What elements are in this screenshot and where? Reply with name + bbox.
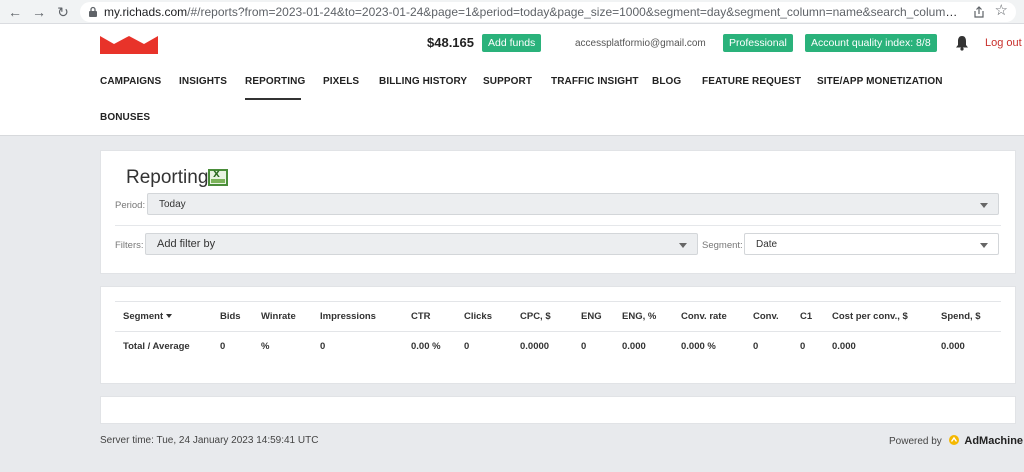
cell-cost-per-conv: 0.000 [832, 341, 856, 352]
cell-spend: 0.000 [941, 341, 965, 352]
address-bar[interactable]: my.richads.com/#/reports?from=2023-01-24… [80, 2, 1016, 22]
admachine-brand[interactable]: AdMachine [964, 435, 1023, 447]
powered-by: Powered by AdMachine [889, 435, 1023, 447]
col-header-c1[interactable]: C1 [800, 311, 812, 322]
cell-ctr: 0.00 % [411, 341, 441, 352]
site-header: $48.165 Add funds accessplatformio@gmail… [0, 24, 1024, 136]
menu-insights[interactable]: INSIGHTS [179, 76, 227, 87]
col-header-eng[interactable]: ENG [581, 311, 602, 322]
logout-link[interactable]: Log out [985, 37, 1022, 49]
col-header-ctr[interactable]: CTR [411, 311, 431, 322]
cell-eng: 0 [581, 341, 587, 352]
menu-support[interactable]: SUPPORT [483, 76, 532, 87]
reload-icon[interactable]: ↻ [54, 3, 72, 21]
col-header-impressions[interactable]: Impressions [320, 311, 376, 322]
segment-select[interactable]: Date [744, 233, 999, 255]
cell-bids: 0 [220, 341, 226, 352]
cell-clicks: 0 [464, 341, 470, 352]
cell-c1: 0 [800, 341, 806, 352]
menu-site-app-monetization[interactable]: SITE/APP MONETIZATION [817, 76, 943, 87]
cell-winrate: % [261, 341, 270, 352]
reporting-filters-card: Reporting X Period: Today Filters: Add f… [100, 150, 1016, 274]
menu-billing-history[interactable]: BILLING HISTORY [379, 76, 467, 87]
report-table-card: Segment Bids Winrate Impressions CTR Cli… [100, 286, 1016, 384]
browser-toolbar: ← → ↻ my.richads.com/#/reports?from=2023… [0, 0, 1024, 24]
plan-badge[interactable]: Professional [723, 34, 793, 52]
period-value: Today [159, 199, 186, 210]
admachine-logo-icon [948, 435, 959, 445]
filter-placeholder: Add filter by [157, 238, 216, 250]
segment-label: Segment: [702, 240, 743, 251]
menu-traffic-insight[interactable]: TRAFFIC INSIGHT [551, 76, 639, 87]
back-icon[interactable]: ← [6, 3, 24, 21]
cell-conv: 0 [753, 341, 759, 352]
table-top-border [115, 301, 1001, 302]
cell-cpc: 0.0000 [520, 341, 550, 352]
cell-conv-rate: 0.000 % [681, 341, 716, 352]
menu-blog[interactable]: BLOG [652, 76, 681, 87]
chevron-down-icon [980, 203, 988, 208]
col-header-bids[interactable]: Bids [220, 311, 241, 322]
menu-feature-request[interactable]: FEATURE REQUEST [702, 76, 801, 87]
lock-icon [89, 6, 97, 17]
period-label: Period: [115, 200, 146, 211]
chevron-down-icon [679, 243, 687, 248]
excel-export-icon[interactable]: X [207, 165, 229, 187]
add-funds-button[interactable]: Add funds [482, 34, 542, 52]
sort-desc-icon [166, 314, 173, 319]
account-email: accessplatformio@gmail.com [575, 38, 706, 49]
table-header-border [115, 331, 1001, 332]
filter-select[interactable]: Add filter by [145, 233, 698, 255]
divider [115, 225, 1001, 226]
richads-logo[interactable] [100, 36, 158, 54]
menu-campaigns[interactable]: CAMPAIGNS [100, 76, 161, 87]
bell-icon[interactable] [955, 35, 969, 51]
forward-icon[interactable]: → [30, 3, 48, 21]
server-time: Server time: Tue, 24 January 2023 14:59:… [100, 435, 319, 446]
active-tab-indicator [245, 98, 301, 100]
bookmark-star-icon[interactable]: ☆ [995, 3, 1008, 19]
cell-impressions: 0 [320, 341, 326, 352]
url-text: my.richads.com/#/reports?from=2023-01-24… [104, 5, 960, 19]
cell-segment: Total / Average [123, 341, 190, 352]
menu-reporting[interactable]: REPORTING [245, 76, 305, 87]
svg-text:X: X [213, 170, 220, 180]
col-header-eng-percent[interactable]: ENG, % [622, 311, 656, 322]
menu-pixels[interactable]: PIXELS [323, 76, 359, 87]
page-title: Reporting [126, 167, 209, 188]
col-header-conv-rate[interactable]: Conv. rate [681, 311, 727, 322]
segment-value: Date [756, 239, 778, 250]
menu-bonuses[interactable]: BONUSES [100, 112, 150, 123]
empty-card [100, 396, 1016, 424]
account-balance: $48.165 [427, 35, 474, 50]
col-header-winrate[interactable]: Winrate [261, 311, 296, 322]
powered-by-label: Powered by [889, 436, 942, 447]
cell-eng-percent: 0.000 [622, 341, 646, 352]
col-header-spend[interactable]: Spend, $ [941, 311, 981, 322]
period-select[interactable]: Today [147, 193, 999, 215]
col-header-clicks[interactable]: Clicks [464, 311, 492, 322]
col-header-segment[interactable]: Segment [123, 311, 173, 322]
col-header-cpc[interactable]: CPC, $ [520, 311, 551, 322]
chevron-down-icon [980, 243, 988, 248]
filters-label: Filters: [115, 240, 144, 251]
col-header-conv[interactable]: Conv. [753, 311, 779, 322]
account-quality-badge[interactable]: Account quality index: 8/8 [805, 34, 937, 52]
share-icon[interactable] [972, 5, 986, 19]
col-header-cost-per-conv[interactable]: Cost per conv., $ [832, 311, 908, 322]
